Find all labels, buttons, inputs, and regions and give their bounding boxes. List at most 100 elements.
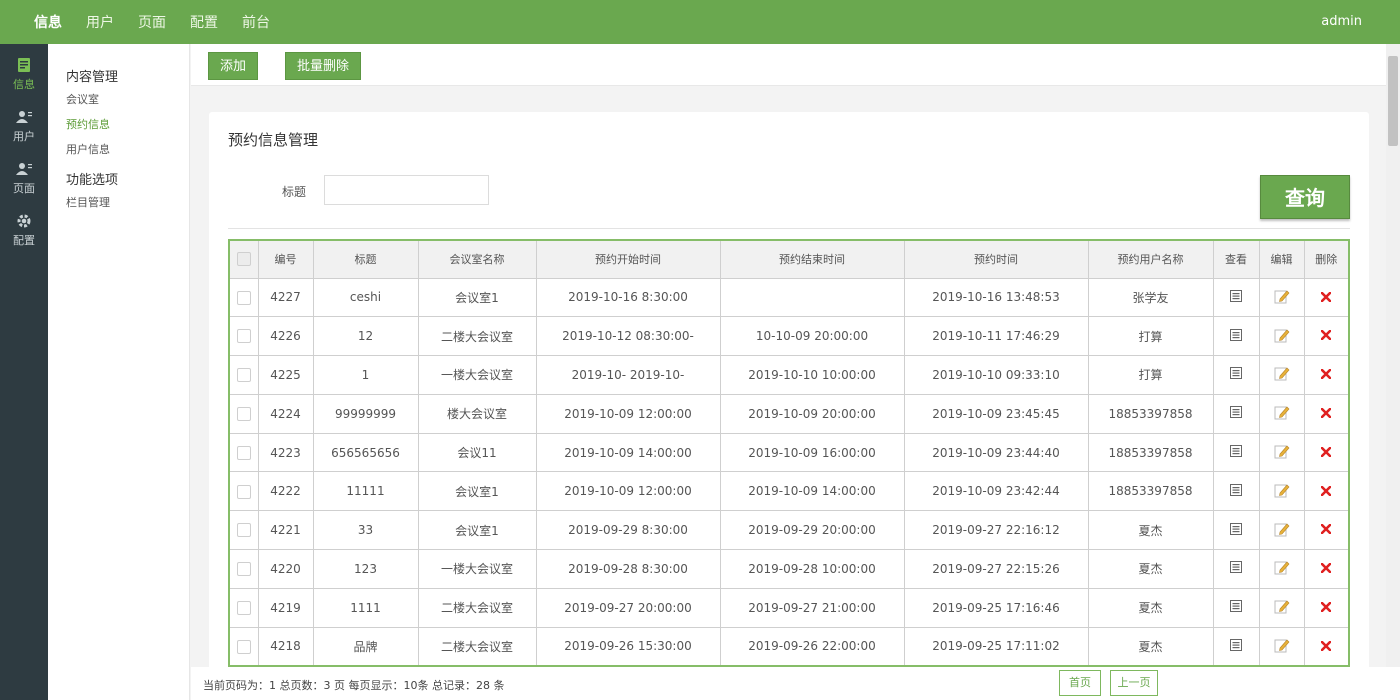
delete-icon[interactable] xyxy=(1320,601,1332,615)
view-icon[interactable] xyxy=(1230,600,1242,615)
cell-id: 4220 xyxy=(257,549,314,589)
edit-icon[interactable] xyxy=(1274,443,1290,462)
row-checkbox[interactable] xyxy=(236,368,251,383)
top-navbar: 信息 用户 页面 配置 前台 admin xyxy=(0,0,1400,44)
scrollbar[interactable] xyxy=(1386,44,1400,667)
select-all-checkbox[interactable] xyxy=(236,252,251,267)
table-row: 4218 品牌 二楼大会议室 2019-09-26 15:30:00 2019-09-2… xyxy=(228,626,1350,667)
delete-cell xyxy=(1303,277,1350,318)
delete-icon[interactable] xyxy=(1320,485,1332,499)
rail-label: 用户 xyxy=(13,129,35,143)
topnav-pages[interactable]: 页面 xyxy=(138,12,166,32)
cell-end: 2019-10-09 20:00:00 xyxy=(719,393,905,434)
row-select-cell xyxy=(228,626,259,667)
row-checkbox[interactable] xyxy=(236,562,251,577)
edit-icon[interactable] xyxy=(1274,598,1290,617)
submenu-link-user-info[interactable]: 用户信息 xyxy=(66,141,189,157)
edit-cell xyxy=(1258,471,1305,512)
view-icon[interactable] xyxy=(1230,367,1242,382)
cell-end: 10-10-09 20:00:00 xyxy=(719,316,905,357)
edit-icon[interactable] xyxy=(1274,288,1290,307)
table-row: 4226 12 二楼大会议室 2019-10-12 08:30:00- 10-10-09… xyxy=(228,316,1350,357)
cell-room: 楼大会议室 xyxy=(417,393,537,434)
cell-start: 2019-10-12 08:30:00- xyxy=(535,316,721,357)
row-checkbox[interactable] xyxy=(236,290,251,305)
view-icon[interactable] xyxy=(1230,328,1242,344)
delete-icon[interactable] xyxy=(1320,291,1332,305)
rail-item-pages[interactable]: 页面 xyxy=(0,152,48,204)
rail-item-users[interactable]: 用户 xyxy=(0,100,48,152)
edit-icon[interactable] xyxy=(1274,521,1290,540)
pagination-info: 当前页码为：1 总页数：3 页 每页显示：10条 总记录：28 条 xyxy=(203,679,505,692)
delete-cell xyxy=(1303,587,1350,628)
scrollbar-thumb[interactable] xyxy=(1388,56,1398,146)
delete-cell xyxy=(1303,471,1350,512)
submenu-link-column-manage[interactable]: 栏目管理 xyxy=(66,194,189,210)
view-icon[interactable] xyxy=(1230,445,1242,460)
cell-user: 打算 xyxy=(1087,355,1214,395)
title-search-input[interactable] xyxy=(324,175,489,205)
cell-booked: 2019-09-27 22:16:12 xyxy=(903,510,1089,551)
edit-cell xyxy=(1258,316,1305,357)
view-icon[interactable] xyxy=(1230,561,1242,576)
edit-cell xyxy=(1258,393,1305,434)
select-all-cell xyxy=(228,239,259,279)
row-checkbox[interactable] xyxy=(236,601,251,616)
topnav-users[interactable]: 用户 xyxy=(86,12,114,32)
cell-booked: 2019-09-25 17:11:02 xyxy=(903,626,1089,667)
row-checkbox[interactable] xyxy=(236,407,251,422)
row-checkbox[interactable] xyxy=(236,329,251,344)
header-edit: 编辑 xyxy=(1258,239,1305,279)
header-end: 预约结束时间 xyxy=(719,239,905,279)
edit-icon[interactable] xyxy=(1274,482,1290,501)
delete-icon[interactable] xyxy=(1320,407,1332,421)
rail-item-config[interactable]: 配置 xyxy=(0,204,48,256)
add-button[interactable]: 添加 xyxy=(208,52,258,80)
view-icon[interactable] xyxy=(1230,483,1242,499)
cell-id: 4226 xyxy=(257,316,314,357)
row-checkbox[interactable] xyxy=(236,639,251,654)
header-user: 预约用户名称 xyxy=(1087,239,1214,279)
search-label: 标题 xyxy=(282,185,307,199)
user-name[interactable]: admin xyxy=(1321,0,1362,44)
batch-delete-button[interactable]: 批量删除 xyxy=(285,52,361,80)
view-icon[interactable] xyxy=(1230,638,1242,654)
cell-start: 2019-10-09 12:00:00 xyxy=(535,471,721,512)
cell-booked: 2019-10-09 23:42:44 xyxy=(903,471,1089,512)
query-button[interactable]: 查询 xyxy=(1260,175,1350,219)
pagination-footer: 当前页码为：1 总页数：3 页 每页显示：10条 总记录：28 条 首页 上一页 xyxy=(191,667,1400,700)
submenu-link-meeting-room[interactable]: 会议室 xyxy=(66,91,189,107)
topnav-frontend[interactable]: 前台 xyxy=(242,12,270,32)
edit-icon[interactable] xyxy=(1274,404,1290,423)
prev-page-button[interactable]: 上一页 xyxy=(1110,670,1158,696)
topnav-info[interactable]: 信息 xyxy=(34,12,62,32)
header-id: 编号 xyxy=(257,239,314,279)
view-icon[interactable] xyxy=(1230,289,1242,305)
first-page-button[interactable]: 首页 xyxy=(1059,670,1101,696)
view-icon[interactable] xyxy=(1230,522,1242,538)
rail-item-info[interactable]: 信息 xyxy=(0,48,48,100)
cell-id: 4222 xyxy=(257,471,314,512)
edit-icon[interactable] xyxy=(1274,365,1290,384)
delete-icon[interactable] xyxy=(1320,368,1332,382)
view-icon[interactable] xyxy=(1230,406,1242,421)
cell-title: 11111 xyxy=(312,471,419,512)
submenu-group-functions: 功能选项 xyxy=(66,173,119,188)
edit-icon[interactable] xyxy=(1274,637,1290,656)
header-title: 标题 xyxy=(312,239,419,279)
delete-icon[interactable] xyxy=(1320,523,1332,537)
delete-icon[interactable] xyxy=(1320,640,1332,654)
submenu-link-reservations[interactable]: 预约信息 xyxy=(66,116,189,132)
edit-icon[interactable] xyxy=(1274,559,1290,578)
delete-icon[interactable] xyxy=(1320,562,1332,576)
row-checkbox[interactable] xyxy=(236,484,251,499)
row-checkbox[interactable] xyxy=(236,523,251,538)
topnav-config[interactable]: 配置 xyxy=(190,12,218,32)
row-checkbox[interactable] xyxy=(236,445,251,460)
reservation-card: 预约信息管理 标题 查询 编号 标题 会议室名称 预约开始时间 预约结束时间 预… xyxy=(209,112,1369,700)
header-booked: 预约时间 xyxy=(903,239,1089,279)
cell-id: 4227 xyxy=(257,277,314,318)
delete-icon[interactable] xyxy=(1320,446,1332,460)
delete-icon[interactable] xyxy=(1320,329,1332,343)
edit-icon[interactable] xyxy=(1274,327,1290,346)
